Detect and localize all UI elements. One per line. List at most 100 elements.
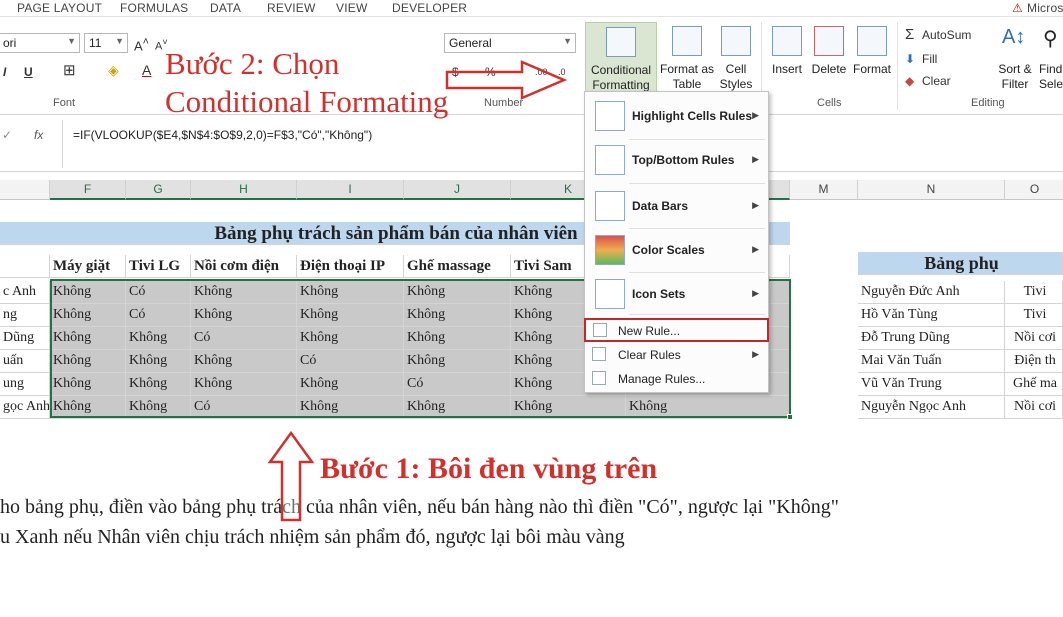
menu-item-highlight-cells-rules[interactable]: Highlight Cells Rules ▶: [585, 98, 768, 134]
eraser-icon[interactable]: ◆: [905, 74, 914, 89]
table-header-cell[interactable]: Máy giặt: [50, 255, 126, 278]
side-table-name[interactable]: Hồ Văn Tùng: [858, 304, 1005, 327]
format-button[interactable]: Format: [851, 22, 893, 98]
tab-formulas[interactable]: FORMULAS: [120, 1, 188, 15]
table-cell[interactable]: Không: [126, 396, 191, 419]
menu-item-new-rule[interactable]: New Rule...: [584, 318, 769, 342]
table-cell[interactable]: Không: [626, 396, 790, 419]
table-header-cell[interactable]: Ghế massage: [404, 255, 511, 278]
table-cell[interactable]: Không: [126, 350, 191, 373]
clear-button[interactable]: Clear: [922, 74, 951, 89]
side-table-product[interactable]: Nồi cơi: [1005, 327, 1063, 350]
menu-item-color-scales[interactable]: Color Scales ▶: [585, 232, 768, 268]
format-as-table-button[interactable]: Format as Table: [659, 22, 715, 98]
table-cell[interactable]: Không: [191, 281, 297, 304]
table-cell[interactable]: Có: [126, 281, 191, 304]
fill-button[interactable]: Fill: [922, 52, 937, 67]
column-header-f[interactable]: F: [50, 180, 126, 200]
table-cell[interactable]: Không: [50, 327, 126, 350]
table-cell[interactable]: Không: [191, 373, 297, 396]
side-table-name[interactable]: Đỗ Trung Dũng: [858, 327, 1005, 350]
delete-button[interactable]: Delete: [809, 22, 849, 98]
side-table-product[interactable]: Nồi cơi: [1005, 396, 1063, 419]
table-cell[interactable]: Không: [126, 373, 191, 396]
table-cell[interactable]: Không: [191, 304, 297, 327]
number-format-select[interactable]: General ▼: [444, 33, 576, 53]
underline-icon[interactable]: U: [24, 65, 33, 80]
table-cell[interactable]: Có: [297, 350, 404, 373]
find-select-button[interactable]: ⚲ Find Selec: [1037, 22, 1063, 98]
cell-styles-button[interactable]: Cell Styles: [714, 22, 758, 98]
row-name-cell[interactable]: c Anh: [0, 281, 50, 304]
borders-icon[interactable]: ⊞: [63, 63, 76, 78]
side-table-product[interactable]: Ghế ma: [1005, 373, 1063, 396]
table-cell[interactable]: Không: [50, 350, 126, 373]
table-cell[interactable]: Có: [191, 396, 297, 419]
account-name[interactable]: Micros: [1027, 1, 1063, 15]
table-cell[interactable]: Không: [404, 396, 511, 419]
menu-item-top-bottom-rules[interactable]: Top/Bottom Rules ▶: [585, 142, 768, 178]
side-table-product[interactable]: Điện th: [1005, 350, 1063, 373]
table-cell[interactable]: Không: [297, 373, 404, 396]
table-cell[interactable]: Không: [297, 281, 404, 304]
row-name-cell[interactable]: ung: [0, 373, 50, 396]
tab-developer[interactable]: DEVELOPER: [392, 1, 467, 15]
column-header-m[interactable]: M: [790, 180, 858, 200]
column-header-i[interactable]: I: [297, 180, 404, 200]
table-header-cell[interactable]: Tivi LG: [126, 255, 191, 278]
column-header-o[interactable]: O: [1005, 180, 1063, 200]
fill-color-icon[interactable]: ◈: [108, 63, 119, 78]
menu-item-manage-rules[interactable]: Manage Rules...: [585, 368, 768, 390]
table-cell[interactable]: Không: [50, 304, 126, 327]
table-cell[interactable]: Không: [297, 396, 404, 419]
italic-icon[interactable]: I: [3, 65, 6, 80]
menu-item-data-bars[interactable]: Data Bars ▶: [585, 188, 768, 224]
table-cell[interactable]: Không: [404, 304, 511, 327]
table-cell[interactable]: Không: [126, 327, 191, 350]
table-header-cell[interactable]: Điện thoại IP: [297, 255, 404, 278]
table-cell[interactable]: Có: [191, 327, 297, 350]
table-cell[interactable]: Không: [50, 373, 126, 396]
side-table-name[interactable]: Mai Văn Tuấn: [858, 350, 1005, 373]
table-cell[interactable]: Không: [297, 327, 404, 350]
conditional-formatting-button[interactable]: Conditional Formatting: [585, 22, 657, 98]
autosum-icon[interactable]: Σ: [905, 27, 914, 42]
font-size-select[interactable]: 11 ▼: [84, 33, 128, 53]
table-header-cell[interactable]: [0, 255, 50, 278]
increase-font-icon[interactable]: A˄: [134, 35, 149, 53]
cancel-icon[interactable]: ✓: [2, 128, 12, 142]
menu-item-icon-sets[interactable]: Icon Sets ▶: [585, 276, 768, 312]
formula-input[interactable]: =IF(VLOOKUP($E4,$N$4:$O$9,2,0)=F$3,"Có",…: [62, 120, 1063, 168]
column-header-g[interactable]: G: [126, 180, 191, 200]
fill-icon[interactable]: ⬇: [905, 52, 915, 67]
sort-filter-button[interactable]: A↕ Sort & Filter: [994, 22, 1036, 98]
table-header-cell[interactable]: Nồi cơm điện: [191, 255, 297, 278]
insert-button[interactable]: Insert: [768, 22, 806, 98]
column-header-left[interactable]: [0, 180, 50, 200]
table-cell[interactable]: Không: [511, 396, 626, 419]
table-cell[interactable]: Không: [404, 281, 511, 304]
column-header-j[interactable]: J: [404, 180, 511, 200]
row-name-cell[interactable]: gọc Anh: [0, 396, 50, 419]
side-table-product[interactable]: Tivi: [1005, 304, 1063, 327]
font-name-select[interactable]: ori ▼: [0, 33, 80, 53]
side-table-title[interactable]: Bảng phụ: [858, 252, 1063, 275]
tab-view[interactable]: VIEW: [336, 1, 367, 15]
table-cell[interactable]: Không: [50, 281, 126, 304]
table-cell[interactable]: Không: [297, 304, 404, 327]
side-table-name[interactable]: Vũ Văn Trung: [858, 373, 1005, 396]
fx-icon[interactable]: fx: [34, 128, 43, 142]
table-cell[interactable]: Không: [404, 350, 511, 373]
row-name-cell[interactable]: Dũng: [0, 327, 50, 350]
side-table-product[interactable]: Tivi: [1005, 281, 1063, 304]
column-header-h[interactable]: H: [191, 180, 297, 200]
table-cell[interactable]: Có: [126, 304, 191, 327]
autosum-button[interactable]: AutoSum: [922, 28, 971, 43]
table-cell[interactable]: Có: [404, 373, 511, 396]
table-cell[interactable]: Không: [404, 327, 511, 350]
tab-data[interactable]: DATA: [210, 1, 241, 15]
column-header-n[interactable]: N: [858, 180, 1005, 200]
side-table-name[interactable]: Nguyễn Ngọc Anh: [858, 396, 1005, 419]
row-name-cell[interactable]: ng: [0, 304, 50, 327]
table-cell[interactable]: Không: [50, 396, 126, 419]
